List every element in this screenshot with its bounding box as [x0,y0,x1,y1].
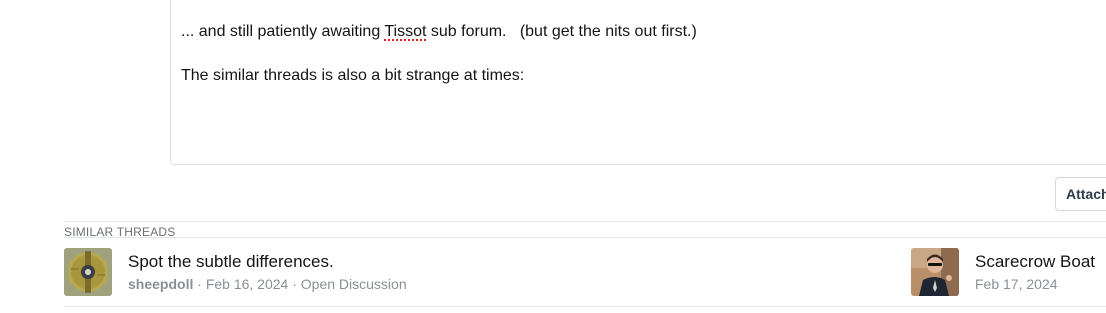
page: ... and still patiently awaiting Tissot … [0,0,1106,313]
thread-date: Feb 16, 2024 [205,276,289,292]
message-editor[interactable]: ... and still patiently awaiting Tissot … [170,0,1106,165]
thread-title[interactable]: Spot the subtle differences. [128,252,334,272]
thread-thumbnail[interactable] [911,248,959,296]
thread-thumbnail[interactable] [64,248,112,296]
editor-text: sub forum. (but get the nits out first.) [426,23,697,40]
editor-text: ... and still patiently awaiting [181,23,385,40]
meta-separator: · [288,276,301,292]
thread-title[interactable]: Scarecrow Boat [975,252,1095,272]
meta-separator: · [193,276,206,292]
thread-forum[interactable]: Open Discussion [301,276,407,292]
divider [64,237,1106,238]
editor-line-1: ... and still patiently awaiting Tissot … [181,22,697,42]
misspelled-word[interactable]: Tissot [384,23,426,40]
divider [64,306,1106,307]
thread-author[interactable]: sheepdoll [128,276,193,292]
thread-meta: sheepdoll · Feb 16, 2024 · Open Discussi… [128,275,407,293]
thread-date: Feb 17, 2024 [975,276,1058,292]
coin-medallion-icon [64,248,112,296]
attach-files-button[interactable]: Attach [1055,177,1106,211]
person-photo-icon [911,248,959,296]
thread-meta: Feb 17, 2024 [975,275,1058,293]
similar-threads-section: SIMILAR THREADS Spot the subtle differen… [64,221,1106,307]
editor-line-2: The similar threads is also a bit strang… [181,67,525,84]
